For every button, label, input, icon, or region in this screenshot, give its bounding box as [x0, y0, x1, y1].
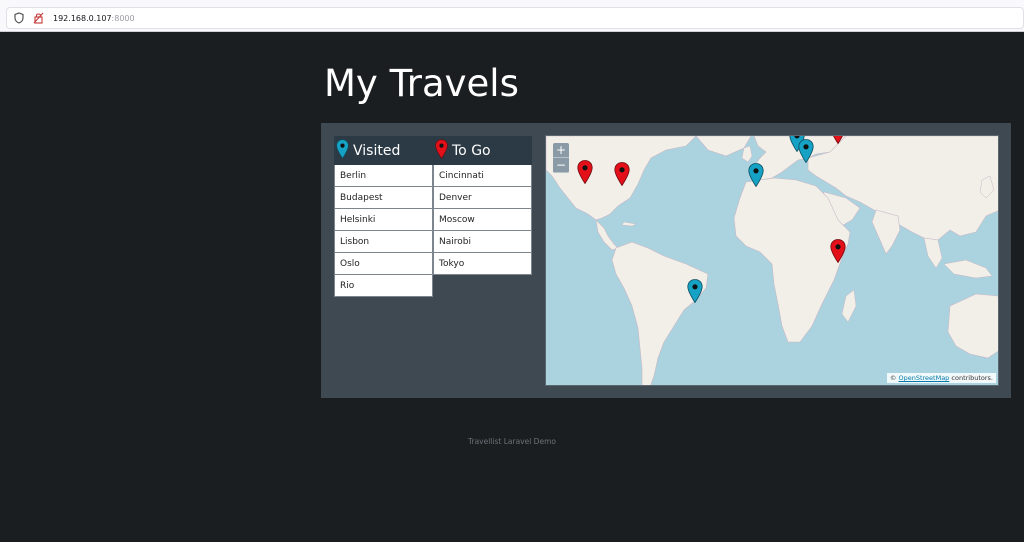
togo-list: To Go Cincinnati Denver Moscow Nairobi T… [433, 136, 532, 275]
world-map[interactable]: + − © OpenStreetMap contributors. [545, 135, 999, 386]
list-item: Tokyo [433, 253, 532, 275]
shield-icon[interactable] [12, 11, 26, 25]
visited-title: Visited [353, 142, 401, 159]
map-marker-helsinki[interactable] [830, 136, 846, 145]
openstreetmap-link[interactable]: OpenStreetMap [898, 374, 949, 382]
list-item: Moscow [433, 209, 532, 231]
togo-pin-icon [435, 139, 448, 163]
map-marker-denver[interactable] [577, 160, 593, 185]
list-item: Helsinki [334, 209, 433, 231]
page-title: My Travels [324, 62, 519, 105]
list-item: Berlin [334, 165, 433, 187]
map-marker-berlin[interactable] [798, 139, 814, 164]
zoom-in-button[interactable]: + [553, 143, 569, 158]
map-marker-nairobi[interactable] [830, 239, 846, 264]
togo-header: To Go [433, 136, 532, 165]
togo-title: To Go [452, 142, 491, 159]
url-text[interactable]: 192.168.0.107:8000 [53, 14, 135, 23]
url-host: 192.168.0.107 [53, 13, 112, 23]
map-marker-lisbon[interactable] [748, 163, 764, 188]
list-item: Cincinnati [433, 165, 532, 187]
visited-list: Visited Berlin Budapest Helsinki Lisbon … [334, 136, 433, 297]
list-item: Denver [433, 187, 532, 209]
browser-toolbar: 192.168.0.107:8000 [0, 0, 1024, 32]
list-item: Nairobi [433, 231, 532, 253]
visited-pin-icon [336, 139, 349, 163]
map-attribution: © OpenStreetMap contributors. [886, 373, 996, 383]
visited-header: Visited [334, 136, 433, 165]
address-bar[interactable]: 192.168.0.107:8000 [6, 7, 1024, 29]
travels-panel: Visited Berlin Budapest Helsinki Lisbon … [321, 123, 1011, 398]
zoom-out-button[interactable]: − [553, 158, 569, 173]
insecure-lock-icon[interactable] [31, 11, 45, 25]
list-item: Rio [334, 275, 433, 297]
url-port: :8000 [111, 13, 135, 23]
zoom-control: + − [553, 143, 569, 173]
list-item: Budapest [334, 187, 433, 209]
list-item: Oslo [334, 253, 433, 275]
attribution-prefix: © [889, 374, 897, 382]
list-item: Lisbon [334, 231, 433, 253]
map-marker-cincinnati[interactable] [614, 162, 630, 187]
attribution-suffix: contributors. [951, 374, 993, 382]
map-marker-rio[interactable] [687, 279, 703, 304]
footer-text: Travellist Laravel Demo [468, 437, 556, 446]
